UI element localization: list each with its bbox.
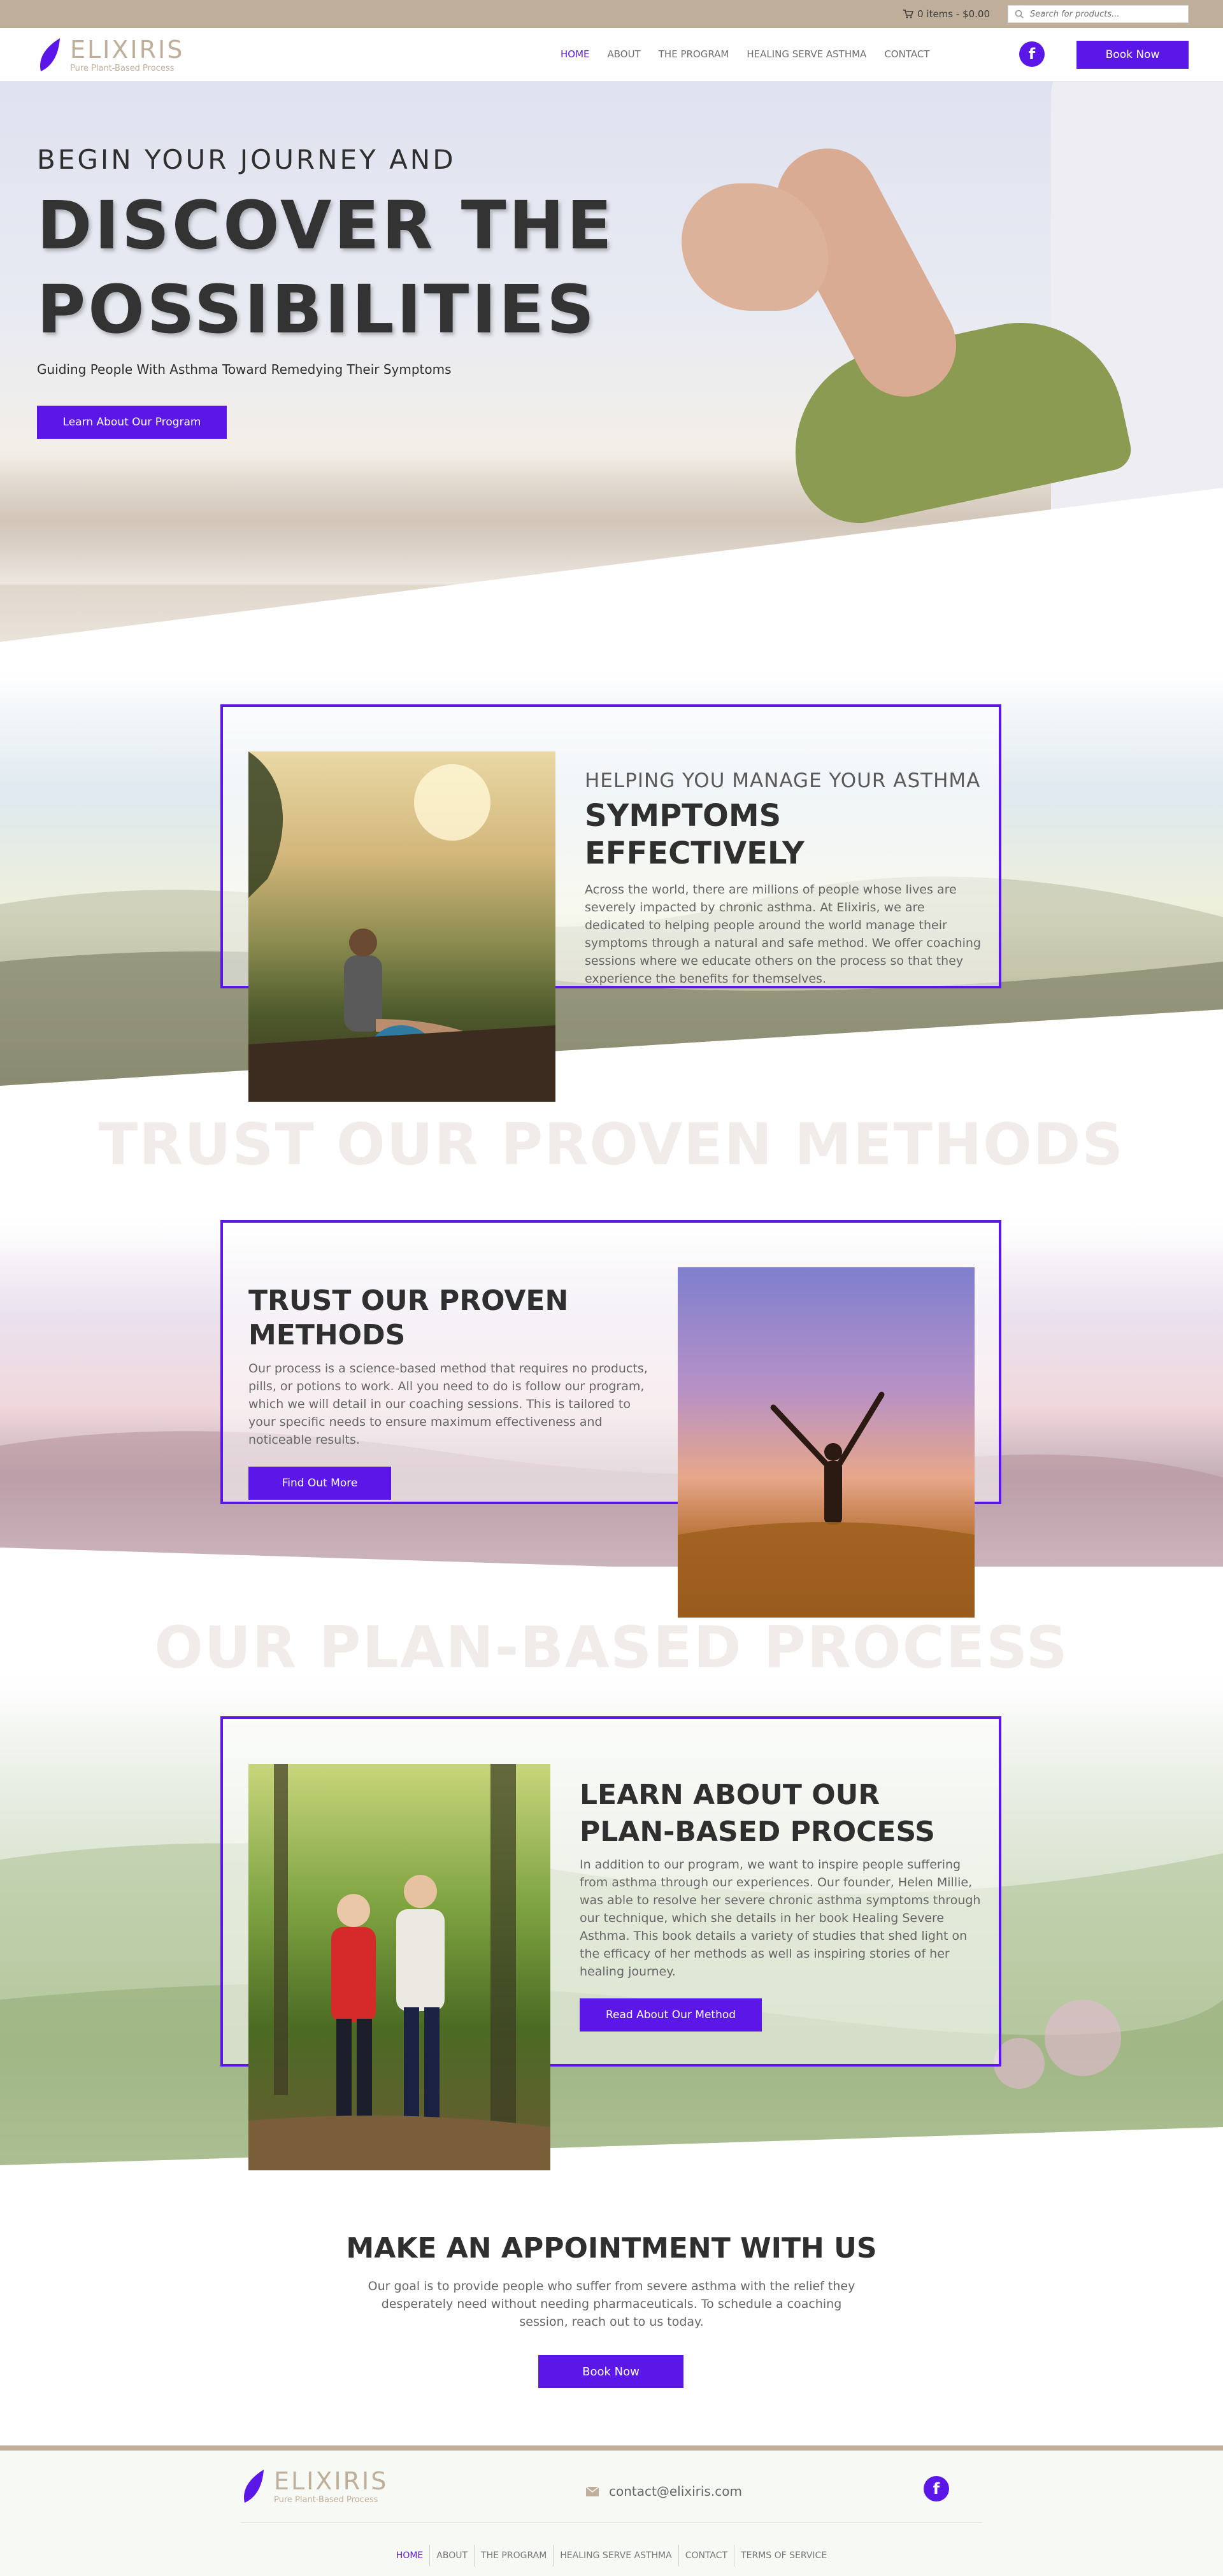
hero-section: BEGIN YOUR JOURNEY AND DISCOVER THE POSS… <box>0 82 1223 674</box>
methods-text: TRUST OUR PROVEN METHODS Our process is … <box>248 1284 656 1500</box>
process-title-line1: LEARN ABOUT OUR <box>580 1779 880 1811</box>
facebook-icon[interactable]: f <box>1019 41 1045 67</box>
footer-nav-about[interactable]: ABOUT <box>429 2545 474 2566</box>
footer-logo-name: ELIXIRIS <box>274 2467 389 2495</box>
methods-body: Our process is a science-based method th… <box>248 1362 648 1448</box>
footer-nav-home[interactable]: HOME <box>390 2545 429 2566</box>
process-text: LEARN ABOUT OUR PLAN-BASED PROCESS In ad… <box>580 1777 987 2032</box>
cart-text: 0 items - $0.00 <box>917 8 990 20</box>
find-out-more-button[interactable]: Find Out More <box>248 1467 391 1500</box>
top-fade <box>0 662 1223 701</box>
footer-nav-the-program[interactable]: THE PROGRAM <box>474 2545 553 2566</box>
nav-contact[interactable]: CONTACT <box>884 48 929 60</box>
footer-email[interactable]: contact@elixiris.com <box>586 2484 742 2499</box>
footer-nav-terms[interactable]: TERMS OF SERVICE <box>734 2545 833 2566</box>
site-header: ELIXIRIS Pure Plant-Based Process HOME A… <box>0 28 1223 82</box>
hero-diagonal-divider <box>0 488 1223 674</box>
site-footer: ELIXIRIS Pure Plant-Based Process contac… <box>0 2445 1223 2576</box>
nav-the-program[interactable]: THE PROGRAM <box>659 48 729 60</box>
footer-logo[interactable]: ELIXIRIS Pure Plant-Based Process <box>241 2468 388 2505</box>
process-title-line2: PLAN-BASED PROCESS <box>580 1816 935 1848</box>
read-method-button[interactable]: Read About Our Method <box>580 1998 762 2032</box>
footer-nav-healing-serve-asthma[interactable]: HEALING SERVE ASTHMA <box>553 2545 678 2566</box>
appointment-book-button[interactable]: Book Now <box>538 2355 683 2388</box>
methods-title: TRUST OUR PROVEN METHODS <box>248 1284 569 1351</box>
hero-title-line2: POSSIBILITIES <box>37 271 597 348</box>
book-now-button[interactable]: Book Now <box>1076 41 1189 69</box>
hero-subtitle: Guiding People With Asthma Toward Remedy… <box>37 362 452 377</box>
process-title: LEARN ABOUT OUR PLAN-BASED PROCESS <box>580 1777 987 1851</box>
couple-jogging-photo <box>248 1764 550 2170</box>
cart-summary[interactable]: 0 items - $0.00 <box>903 8 990 20</box>
symptoms-body: Across the world, there are millions of … <box>585 883 981 986</box>
symptoms-kicker: HELPING YOU MANAGE YOUR ASTHMA <box>585 769 981 792</box>
main-nav: HOME ABOUT THE PROGRAM HEALING SERVE AST… <box>561 48 929 60</box>
hero-kicker: BEGIN YOUR JOURNEY AND <box>37 144 456 175</box>
symptoms-text: HELPING YOU MANAGE YOUR ASTHMA SYMPTOMS … <box>585 769 986 988</box>
footer-email-text: contact@elixiris.com <box>609 2484 742 2499</box>
logo-name: ELIXIRIS <box>70 36 185 64</box>
top-bar: 0 items - $0.00 <box>0 0 1223 28</box>
logo-tagline: Pure Plant-Based Process <box>70 64 175 73</box>
footer-nav-contact[interactable]: CONTACT <box>678 2545 734 2566</box>
hero-title-line1: DISCOVER THE <box>37 187 615 264</box>
envelope-icon <box>586 2486 599 2496</box>
search-input[interactable] <box>1030 9 1177 19</box>
nav-about[interactable]: ABOUT <box>608 48 641 60</box>
joy-silhouette <box>678 1391 975 1618</box>
appointment-title: MAKE AN APPOINTMENT WITH US <box>346 2232 877 2265</box>
woman-hiking-photo <box>248 751 555 1102</box>
appointment-body: Our goal is to provide people who suffer… <box>368 2279 855 2329</box>
ghost-heading-methods: TRUST OUR PROVEN METHODS <box>98 1111 1125 1178</box>
top-fade <box>0 1669 1223 1719</box>
footer-facebook-icon[interactable]: f <box>924 2476 949 2501</box>
leaf-logo-icon <box>244 2470 264 2503</box>
joggers-illustration <box>248 1764 550 2170</box>
learn-program-button[interactable]: Learn About Our Program <box>37 406 227 439</box>
leaf-logo-icon <box>40 38 60 71</box>
site-logo[interactable]: ELIXIRIS Pure Plant-Based Process <box>37 37 184 74</box>
symptoms-title: SYMPTOMS EFFECTIVELY <box>585 798 805 871</box>
hiker-silhouette <box>248 751 555 1102</box>
footer-nav: HOME ABOUT THE PROGRAM HEALING SERVE AST… <box>0 2545 1223 2566</box>
cart-icon <box>903 10 914 18</box>
search-icon <box>1015 10 1024 18</box>
nav-healing-serve-asthma[interactable]: HEALING SERVE ASTHMA <box>747 48 866 60</box>
nav-home[interactable]: HOME <box>561 48 590 60</box>
footer-logo-tagline: Pure Plant-Based Process <box>274 2495 378 2505</box>
arms-raised-photo <box>678 1267 975 1618</box>
hero-title: DISCOVER THE POSSIBILITIES <box>37 183 615 352</box>
product-search[interactable] <box>1008 5 1189 23</box>
process-body: In addition to our program, we want to i… <box>580 1858 981 1979</box>
appointment-section: MAKE AN APPOINTMENT WITH US Our goal is … <box>0 2178 1223 2445</box>
